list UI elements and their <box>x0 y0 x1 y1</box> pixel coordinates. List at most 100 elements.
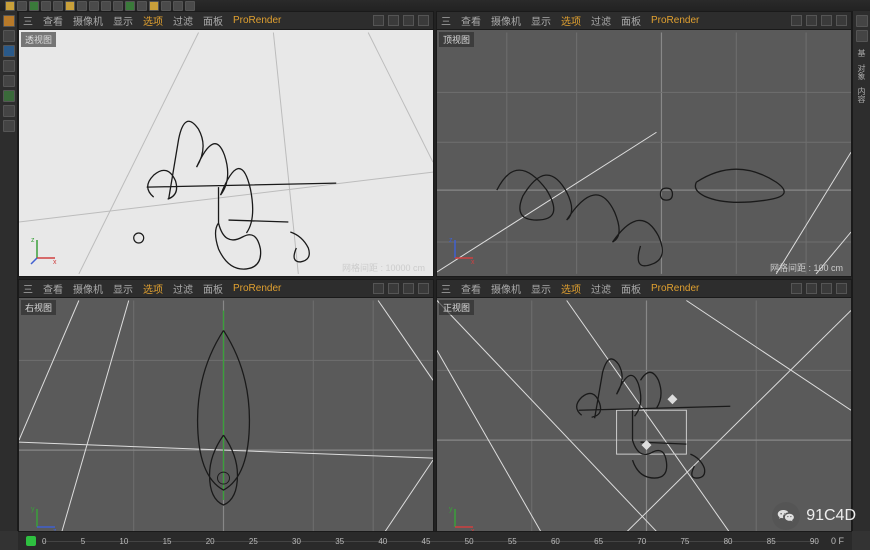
menu-panel[interactable]: 面板 <box>621 281 641 296</box>
viewport-nav-icon[interactable] <box>418 15 429 26</box>
viewport-label: 右视图 <box>21 300 56 315</box>
toolbar-icon[interactable] <box>125 1 135 11</box>
viewport-label: 正视图 <box>439 300 474 315</box>
menu-view[interactable]: 查看 <box>43 281 63 296</box>
menu-handle-icon[interactable]: 三 <box>23 13 33 28</box>
panel-tab[interactable]: 基 <box>856 49 867 57</box>
menu-display[interactable]: 显示 <box>531 13 551 28</box>
tick: 50 <box>465 537 474 546</box>
menu-handle-icon[interactable]: 三 <box>441 281 451 296</box>
toolbar-icon[interactable] <box>5 1 15 11</box>
menu-options[interactable]: 选项 <box>143 281 163 296</box>
toolbar-icon[interactable] <box>113 1 123 11</box>
svg-text:x: x <box>53 259 57 266</box>
svg-text:z: z <box>449 237 453 244</box>
tick: 70 <box>637 537 646 546</box>
viewport-canvas[interactable]: 右视图 y z <box>19 298 433 544</box>
toolbar-icon[interactable] <box>149 1 159 11</box>
tick: 40 <box>378 537 387 546</box>
panel-tab[interactable]: 对象 <box>856 64 867 80</box>
viewport-nav-icon[interactable] <box>791 15 802 26</box>
menu-filter[interactable]: 过滤 <box>173 281 193 296</box>
tick: 30 <box>292 537 301 546</box>
timeline-ticks: 0 5 10 15 20 25 30 35 40 45 50 55 60 65 … <box>42 537 819 546</box>
tool-icon[interactable] <box>3 90 15 102</box>
viewport-nav-icon[interactable] <box>821 283 832 294</box>
viewport-nav-icon[interactable] <box>821 15 832 26</box>
toolbar-icon[interactable] <box>65 1 75 11</box>
tool-icon[interactable] <box>3 45 15 57</box>
tick: 65 <box>594 537 603 546</box>
viewport-nav-icon[interactable] <box>791 283 802 294</box>
viewport-nav-icon[interactable] <box>388 283 399 294</box>
menu-prorender[interactable]: ProRender <box>233 15 281 26</box>
tool-icon[interactable] <box>3 60 15 72</box>
menu-display[interactable]: 显示 <box>113 281 133 296</box>
viewport-nav-icon[interactable] <box>806 15 817 26</box>
menu-display[interactable]: 显示 <box>531 281 551 296</box>
viewport-nav-icon[interactable] <box>373 15 384 26</box>
tool-icon[interactable] <box>3 15 15 27</box>
watermark-text: 91C4D <box>806 507 856 525</box>
viewport-menu: 三 查看 摄像机 显示 选项 过滤 面板 ProRender <box>437 12 851 30</box>
viewport-scene <box>19 30 433 276</box>
menu-camera[interactable]: 摄像机 <box>491 13 521 28</box>
toolbar-icon[interactable] <box>53 1 63 11</box>
tool-icon[interactable] <box>3 105 15 117</box>
toolbar-icon[interactable] <box>173 1 183 11</box>
menu-display[interactable]: 显示 <box>113 13 133 28</box>
menu-filter[interactable]: 过滤 <box>591 13 611 28</box>
viewport-nav-icon[interactable] <box>836 15 847 26</box>
menu-panel[interactable]: 面板 <box>203 281 223 296</box>
viewport-nav-icon[interactable] <box>403 283 414 294</box>
axis-gizmo-icon: z x <box>29 236 59 266</box>
menu-view[interactable]: 查看 <box>43 13 63 28</box>
menu-handle-icon[interactable]: 三 <box>23 281 33 296</box>
menu-camera[interactable]: 摄像机 <box>73 13 103 28</box>
timeline[interactable]: 0 5 10 15 20 25 30 35 40 45 50 55 60 65 … <box>18 531 852 550</box>
panel-icon[interactable] <box>856 30 868 42</box>
panel-tab[interactable]: 内容 <box>856 87 867 103</box>
menu-camera[interactable]: 摄像机 <box>73 281 103 296</box>
viewport-nav-icon[interactable] <box>418 283 429 294</box>
toolbar-icon[interactable] <box>101 1 111 11</box>
menu-prorender[interactable]: ProRender <box>651 283 699 294</box>
viewport-nav-icon[interactable] <box>388 15 399 26</box>
viewport-canvas[interactable]: 透视图 z x 网格间距 : 10000 cm <box>19 30 433 276</box>
panel-icon[interactable] <box>856 15 868 27</box>
viewport-nav-icon[interactable] <box>806 283 817 294</box>
playhead-icon[interactable] <box>26 536 36 546</box>
toolbar-icon[interactable] <box>89 1 99 11</box>
toolbar-icon[interactable] <box>17 1 27 11</box>
menu-options[interactable]: 选项 <box>561 281 581 296</box>
toolbar-icon[interactable] <box>161 1 171 11</box>
menu-options[interactable]: 选项 <box>143 13 163 28</box>
viewport-nav-icon[interactable] <box>836 283 847 294</box>
menu-view[interactable]: 查看 <box>461 281 481 296</box>
menu-prorender[interactable]: ProRender <box>233 283 281 294</box>
menu-handle-icon[interactable]: 三 <box>441 13 451 28</box>
tool-icon[interactable] <box>3 30 15 42</box>
toolbar-icon[interactable] <box>77 1 87 11</box>
toolbar-icon[interactable] <box>41 1 51 11</box>
menu-options[interactable]: 选项 <box>561 13 581 28</box>
right-toolbar: 基 对象 内容 <box>852 11 870 531</box>
toolbar-icon[interactable] <box>137 1 147 11</box>
toolbar-icon[interactable] <box>185 1 195 11</box>
viewport-nav-icon[interactable] <box>403 15 414 26</box>
viewport-nav-icon[interactable] <box>373 283 384 294</box>
tick: 85 <box>767 537 776 546</box>
menu-filter[interactable]: 过滤 <box>591 281 611 296</box>
tool-icon[interactable] <box>3 75 15 87</box>
viewport-canvas[interactable]: 顶视图 z x 网格间距 : 100 cm <box>437 30 851 276</box>
toolbar-icon[interactable] <box>29 1 39 11</box>
menu-camera[interactable]: 摄像机 <box>491 281 521 296</box>
svg-text:x: x <box>471 259 475 266</box>
menu-filter[interactable]: 过滤 <box>173 13 193 28</box>
menu-prorender[interactable]: ProRender <box>651 15 699 26</box>
frame-field[interactable]: 0 F <box>831 536 844 546</box>
menu-panel[interactable]: 面板 <box>203 13 223 28</box>
menu-panel[interactable]: 面板 <box>621 13 641 28</box>
tool-icon[interactable] <box>3 120 15 132</box>
menu-view[interactable]: 查看 <box>461 13 481 28</box>
